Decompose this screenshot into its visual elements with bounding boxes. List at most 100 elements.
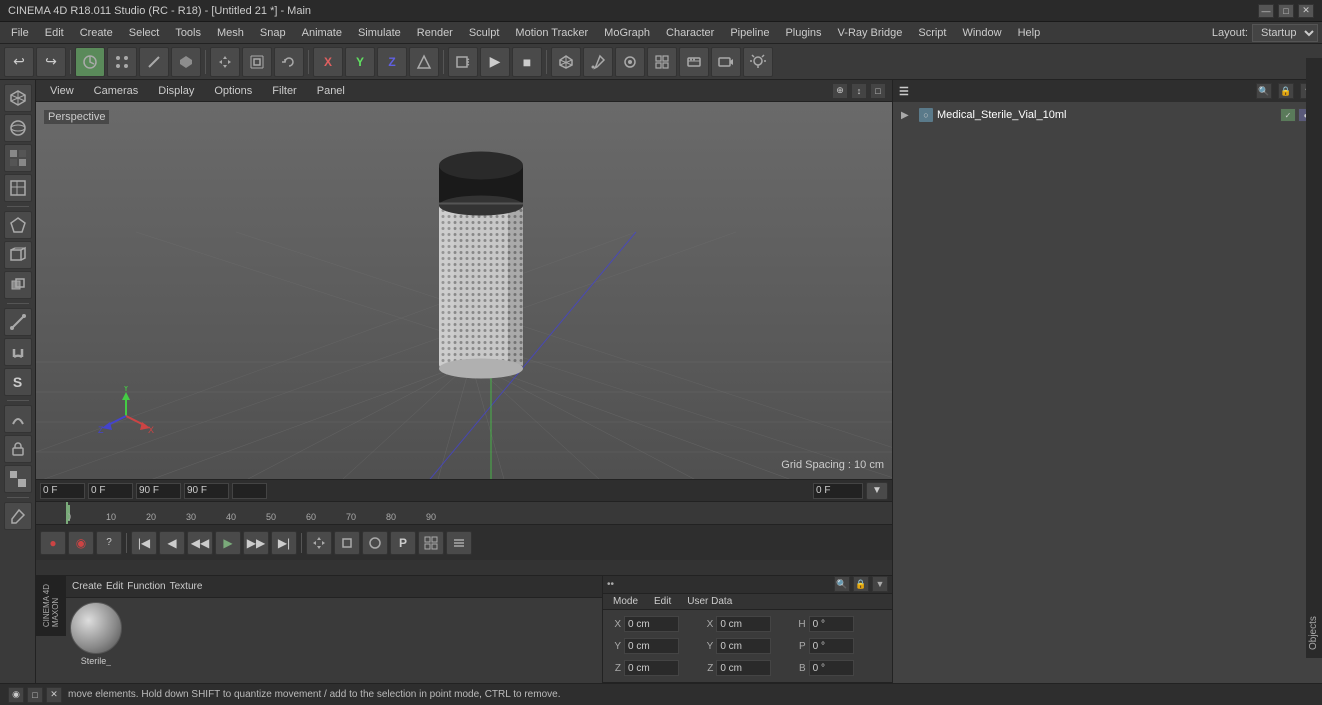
vp-ctrl-lock[interactable]: ↕ [851,83,867,99]
vp-tab-display[interactable]: Display [150,83,202,99]
ls-polygon-button[interactable] [4,211,32,239]
coord-rz-input[interactable] [716,660,771,676]
close-button[interactable]: ✕ [1298,4,1314,18]
ls-paint-button[interactable] [4,502,32,530]
coord-h-input[interactable] [809,616,854,632]
camera-button[interactable] [711,47,741,77]
objects-panel-search-btn[interactable]: 🔍 [1256,83,1272,99]
timeline-end-frame[interactable] [136,483,181,499]
menu-script[interactable]: Script [911,25,953,41]
ls-grid-flat-button[interactable] [4,174,32,202]
menu-sculpt[interactable]: Sculpt [462,25,507,41]
pb-help-button[interactable]: ? [96,531,122,555]
menu-help[interactable]: Help [1011,25,1048,41]
coord-ry-input[interactable] [716,638,771,654]
ls-cube-button[interactable] [4,84,32,112]
vp-tab-options[interactable]: Options [206,83,260,99]
status-icon-3[interactable]: ✕ [46,687,62,703]
pb-goto-end-button[interactable]: ▶| [271,531,297,555]
menu-snap[interactable]: Snap [253,25,293,41]
mode-edge-button[interactable] [139,47,169,77]
vp-tab-panel[interactable]: Panel [309,83,353,99]
tl-more-btn[interactable]: ▼ [866,482,888,500]
status-icon-1[interactable]: ◉ [8,687,24,703]
vp-tab-filter[interactable]: Filter [264,83,304,99]
pb-move-tool-btn[interactable] [306,531,332,555]
view-persp-button[interactable] [551,47,581,77]
timeline-current-frame[interactable] [40,483,85,499]
pb-scale-btn[interactable] [334,531,360,555]
pb-grid-btn[interactable] [418,531,444,555]
pb-next-frame-button[interactable]: ▶▶ [243,531,269,555]
minimize-button[interactable]: — [1258,4,1274,18]
pb-list-btn[interactable] [446,531,472,555]
obj-vis-btn[interactable]: ✓ [1280,108,1296,122]
snapping-button[interactable] [615,47,645,77]
menu-pipeline[interactable]: Pipeline [723,25,776,41]
pb-auto-key-button[interactable]: ◉ [68,531,94,555]
ls-lock-button[interactable] [4,435,32,463]
pb-p-btn[interactable]: P [390,531,416,555]
pb-play-back-button[interactable]: ◀◀ [187,531,213,555]
menu-vray[interactable]: V-Ray Bridge [831,25,910,41]
vp-tab-cameras[interactable]: Cameras [86,83,147,99]
rs-tab-objects[interactable]: Objects [1306,58,1321,658]
anim-play-button[interactable]: ▶ [480,47,510,77]
anim-record-button[interactable] [448,47,478,77]
menu-mesh[interactable]: Mesh [210,25,251,41]
menu-character[interactable]: Character [659,25,721,41]
ls-magnet-button[interactable] [4,338,32,366]
status-icon-2[interactable]: □ [27,687,43,703]
menu-create[interactable]: Create [73,25,120,41]
world-local-button[interactable] [409,47,439,77]
axis-z-button[interactable]: Z [377,47,407,77]
ls-sphere-button[interactable] [4,114,32,142]
viewport-config-button[interactable] [679,47,709,77]
coord-p-input[interactable] [809,638,854,654]
attr-tab-userdata[interactable]: User Data [681,595,738,608]
maximize-button[interactable]: □ [1278,4,1294,18]
timeline-ruler[interactable]: 0 10 20 30 40 50 60 70 80 90 [36,502,892,524]
timeline-output-frame[interactable] [813,483,863,499]
menu-plugins[interactable]: Plugins [778,25,828,41]
ls-checkerboard2-button[interactable] [4,465,32,493]
menu-render[interactable]: Render [410,25,460,41]
pb-record-button[interactable]: ● [40,531,66,555]
ls-box-button[interactable] [4,241,32,269]
material-item-sterile[interactable]: Sterile_ [70,602,122,666]
coord-y-input[interactable] [624,638,679,654]
vp-ctrl-maximize[interactable]: □ [870,83,886,99]
attr-tab-mode[interactable]: Mode [607,595,644,608]
pb-goto-start-button[interactable]: |◀ [131,531,157,555]
menu-select[interactable]: Select [122,25,167,41]
layout-dropdown[interactable]: Startup [1252,24,1318,42]
menu-window[interactable]: Window [955,25,1008,41]
light-button[interactable] [743,47,773,77]
mode-polygon-button[interactable] [171,47,201,77]
coord-b-input[interactable] [809,660,854,676]
object-item-vial[interactable]: ▶ ○ Medical_Sterile_Vial_10ml ✓ ● [897,106,1318,124]
move-tool-button[interactable] [210,47,240,77]
vp-ctrl-axis[interactable]: ⊕ [832,83,848,99]
menu-file[interactable]: File [4,25,36,41]
pb-rotate-btn[interactable] [362,531,388,555]
undo-button[interactable]: ↩ [4,47,34,77]
grid-button[interactable] [647,47,677,77]
pb-prev-frame-button[interactable]: ◀ [159,531,185,555]
anim-stop-button[interactable]: ■ [512,47,542,77]
mat-function-btn[interactable]: Function [127,581,165,592]
coord-rx-input[interactable] [716,616,771,632]
redo-button[interactable]: ↪ [36,47,66,77]
timeline-extra[interactable] [232,483,267,499]
vp-tab-view[interactable]: View [42,83,82,99]
axis-x-button[interactable]: X [313,47,343,77]
mat-texture-btn[interactable]: Texture [170,581,203,592]
coord-more-icon[interactable]: ▼ [872,576,888,592]
axis-y-button[interactable]: Y [345,47,375,77]
ls-sculpt-button[interactable] [4,405,32,433]
ls-checkerboard-button[interactable] [4,144,32,172]
objects-panel-lock-btn[interactable]: 🔒 [1278,83,1294,99]
coord-lock-icon[interactable]: 🔒 [853,576,869,592]
coord-search-icon[interactable]: 🔍 [834,576,850,592]
mode-points-button[interactable] [107,47,137,77]
